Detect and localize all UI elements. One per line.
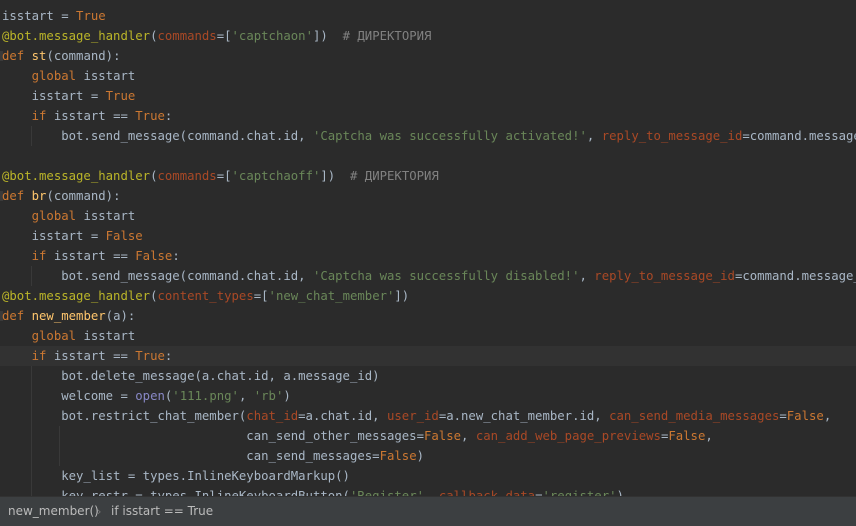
code-line[interactable]: bot.send_message(command.chat.id, 'Captc… [0, 126, 856, 146]
code-text: bot.restrict_chat_member(chat_id=a.chat.… [2, 409, 832, 423]
code-text: @bot.message_handler(commands=['captchao… [2, 169, 439, 183]
code-text: bot.delete_message(a.chat.id, a.message_… [2, 369, 380, 383]
code-line[interactable]: bot.restrict_chat_member(chat_id=a.chat.… [0, 406, 856, 426]
code-line[interactable]: can_send_messages=False) [0, 446, 856, 466]
code-line[interactable]: @bot.message_handler(commands=['captchao… [0, 26, 856, 46]
code-line[interactable]: welcome = open('111.png', 'rb') [0, 386, 856, 406]
code-text: bot.send_message(command.chat.id, 'Captc… [2, 129, 856, 143]
code-line[interactable]: key_list = types.InlineKeyboardMarkup() [0, 466, 856, 486]
code-text: global isstart [31, 209, 136, 223]
code-text: global isstart [31, 329, 136, 343]
code-text: def br(command): [2, 189, 121, 203]
code-text: can_send_other_messages=False, can_add_w… [2, 429, 713, 443]
code-line[interactable]: key_restr = types.InlineKeyboardButton('… [0, 486, 856, 496]
code-text: can_send_messages=False) [2, 449, 425, 463]
code-text: isstart = True [2, 9, 106, 23]
code-line[interactable]: can_send_other_messages=False, can_add_w… [0, 426, 856, 446]
code-text: key_restr = types.InlineKeyboardButton('… [2, 489, 624, 496]
breadcrumb-item-if-block[interactable]: if isstart == True [111, 497, 213, 526]
code-line[interactable]: @bot.message_handler(commands=['captchao… [0, 166, 856, 186]
code-line[interactable]: @bot.message_handler(content_types=['new… [0, 286, 856, 306]
code-text: if isstart == True: [31, 109, 173, 123]
code-line[interactable]: def br(command): [0, 186, 856, 206]
breadcrumb-item-function[interactable]: new_member() [8, 497, 99, 526]
code-text: bot.send_message(command.chat.id, 'Captc… [2, 269, 856, 283]
code-editor[interactable]: isstart = True @bot.message_handler(comm… [0, 0, 856, 496]
code-line[interactable]: if isstart == True: [0, 106, 856, 126]
code-text: def new_member(a): [2, 309, 136, 323]
code-line[interactable] [0, 146, 856, 166]
code-line[interactable]: global isstart [0, 326, 856, 346]
code-line[interactable]: if isstart == False: [0, 246, 856, 266]
code-text: isstart = True [2, 89, 136, 103]
code-line[interactable]: isstart = True [0, 86, 856, 106]
code-text: welcome = open('111.png', 'rb') [2, 389, 291, 403]
code-line[interactable]: bot.delete_message(a.chat.id, a.message_… [0, 366, 856, 386]
code-text: def st(command): [2, 49, 121, 63]
code-line[interactable]: isstart = True [0, 6, 856, 26]
code-line[interactable]: def st(command): [0, 46, 856, 66]
code-line[interactable]: bot.send_message(command.chat.id, 'Captc… [0, 266, 856, 286]
chevron-right-icon: › [97, 505, 102, 518]
code-line[interactable]: global isstart [0, 206, 856, 226]
code-line[interactable]: def new_member(a): [0, 306, 856, 326]
code-text: @bot.message_handler(content_types=['new… [2, 289, 410, 303]
code-text: isstart = False [2, 229, 143, 243]
code-line[interactable]: isstart = False [0, 226, 856, 246]
code-text: if isstart == True: [31, 349, 173, 363]
code-text: @bot.message_handler(commands=['captchao… [2, 29, 432, 43]
code-line[interactable]: global isstart [0, 66, 856, 86]
code-text: if isstart == False: [31, 249, 180, 263]
code-text: key_list = types.InlineKeyboardMarkup() [2, 469, 350, 483]
code-text: global isstart [31, 69, 136, 83]
breadcrumb: new_member() › if isstart == True [0, 496, 856, 526]
code-line-current[interactable]: if isstart == True: [0, 346, 856, 366]
